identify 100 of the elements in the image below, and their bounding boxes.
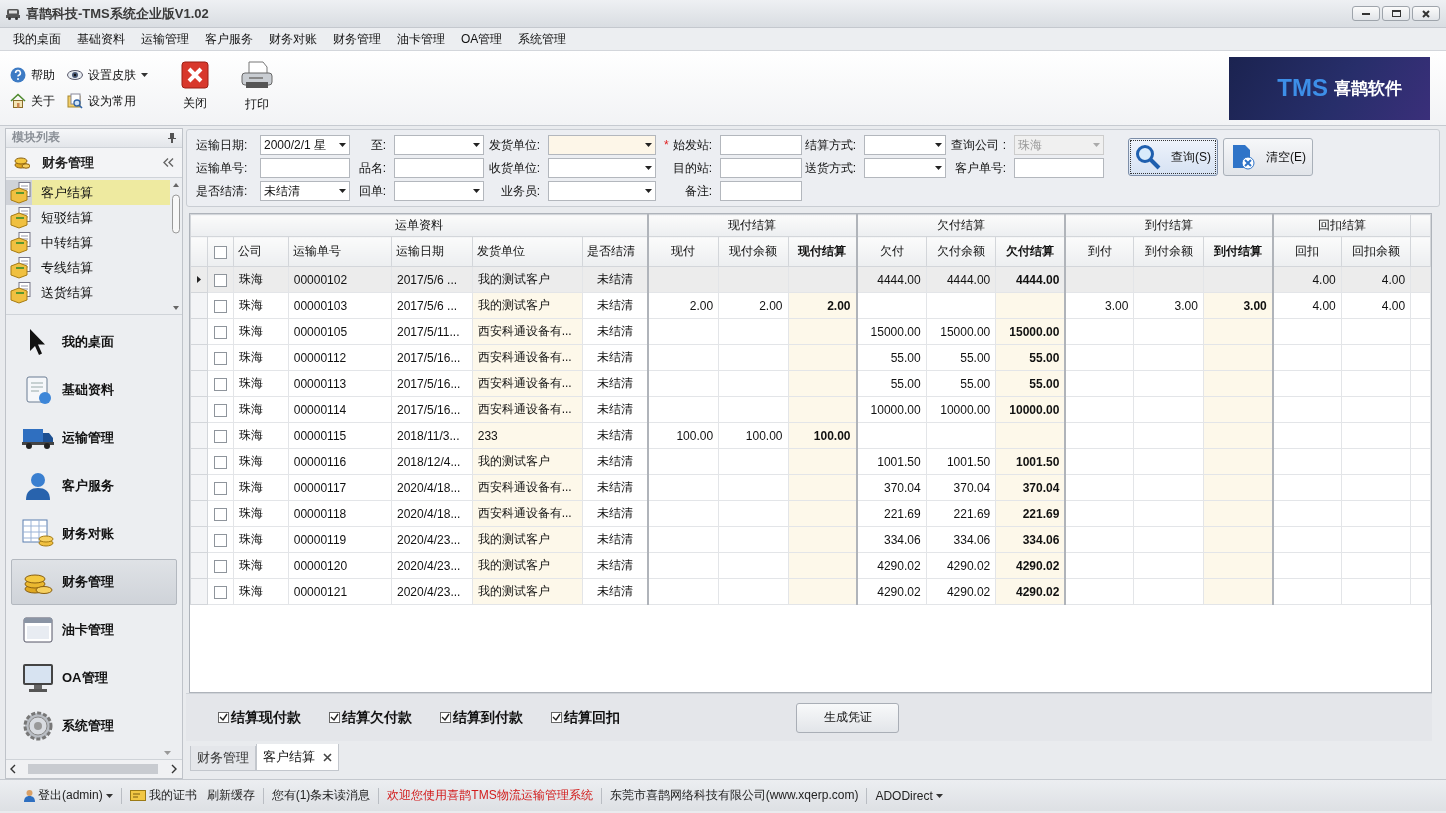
nav-item[interactable]: 中转结算 — [6, 230, 170, 256]
document-icon — [23, 375, 53, 405]
table-row[interactable]: 珠海 00000115 2018/11/3... 233 未结清 100.00 100.00 100.00 — [190, 422, 1431, 449]
dropdown-field[interactable] — [864, 135, 946, 155]
action-button[interactable]: 清空(E) — [1223, 138, 1313, 176]
checkbox[interactable] — [213, 325, 227, 339]
dropdown-field[interactable] — [548, 181, 656, 201]
table-row[interactable]: 珠海 00000120 2020/4/23... 我的测试客户 未结清 4290.02 4290.02 4290.02 — [190, 552, 1431, 579]
menu-item[interactable]: 客户服务 — [197, 30, 261, 48]
close-button[interactable] — [1412, 6, 1440, 21]
dropdown-arrow-icon — [473, 189, 480, 193]
dropdown-field[interactable] — [548, 135, 656, 155]
status-item[interactable]: 我的证书 — [129, 787, 197, 804]
checkbox[interactable] — [329, 712, 340, 723]
module-button[interactable]: 基础资料 — [11, 367, 177, 413]
text-field[interactable] — [394, 158, 484, 178]
dropdown-field[interactable] — [864, 158, 946, 178]
checkbox[interactable] — [213, 299, 227, 313]
checkbox[interactable] — [213, 559, 227, 573]
table-cell: 珠海 — [233, 370, 289, 397]
logo-text: 喜鹊软件 — [1334, 77, 1402, 100]
toolbar-button[interactable]: 关于 — [10, 92, 55, 110]
text-field[interactable] — [720, 158, 802, 178]
checkbox[interactable] — [213, 429, 227, 443]
checkbox[interactable] — [213, 273, 227, 287]
toolbar-button[interactable]: 关闭 — [170, 60, 220, 112]
generate-button[interactable]: 生成凭证 — [796, 702, 899, 733]
text-field[interactable] — [720, 135, 802, 155]
menu-item[interactable]: 财务管理 — [325, 30, 389, 48]
status-item[interactable]: 您有(1)条未读消息 — [271, 787, 371, 804]
tab[interactable]: 客户结算 — [256, 744, 339, 771]
menu-item[interactable]: 油卡管理 — [389, 30, 453, 48]
minimize-button[interactable] — [1352, 6, 1380, 21]
table-row[interactable]: 珠海 00000113 2017/5/16... 西安科通设备有... 未结清 55.00 55.00 55.00 — [190, 370, 1431, 397]
table-row[interactable]: 珠海 00000105 2017/5/11... 西安科通设备有... 未结清 15000.00 15000.00 15000.00 — [190, 318, 1431, 345]
module-button[interactable]: 油卡管理 — [11, 607, 177, 653]
text-field[interactable] — [1014, 158, 1104, 178]
checkbox[interactable] — [213, 481, 227, 495]
checkbox[interactable] — [213, 507, 227, 521]
table-cell: 珠海 — [233, 578, 289, 605]
table-cell: 我的测试客户 — [472, 526, 583, 553]
checkbox[interactable] — [551, 712, 562, 723]
status-item[interactable]: 登出(admin) — [24, 787, 113, 804]
tab[interactable]: 财务管理 — [190, 746, 256, 771]
toolbar-button[interactable]: 设为常用 — [67, 92, 148, 110]
menu-item[interactable]: 财务对账 — [261, 30, 325, 48]
action-button[interactable]: 查询(S) — [1128, 138, 1218, 176]
checkbox[interactable] — [218, 712, 229, 723]
nav-item[interactable]: 短驳结算 — [6, 205, 170, 231]
module-button[interactable]: 财务对账 — [11, 511, 177, 557]
nav-item[interactable]: 专线结算 — [6, 255, 170, 281]
menu-item[interactable]: 基础资料 — [69, 30, 133, 48]
table-row[interactable]: 珠海 00000103 2017/5/6 ... 我的测试客户 未结清 2.00 2.00 2.00 3.00 3.00 3.00 4.00 4.00 — [190, 292, 1431, 319]
module-button[interactable]: 系统管理 — [11, 703, 177, 749]
status-item[interactable]: 刷新缓存 — [206, 787, 255, 804]
text-field[interactable] — [260, 158, 350, 178]
checkbox[interactable] — [213, 377, 227, 391]
checkbox[interactable] — [440, 712, 451, 723]
table-cell: 珠海 — [233, 292, 289, 319]
toolbar-button[interactable]: 打印 — [232, 59, 282, 113]
module-button[interactable]: 客户服务 — [11, 463, 177, 509]
checkbox[interactable] — [213, 585, 227, 599]
dropdown-field[interactable] — [548, 158, 656, 178]
nav-item[interactable]: 客户结算 — [6, 180, 170, 206]
text-field[interactable] — [720, 181, 802, 201]
dropdown-field[interactable] — [394, 135, 484, 155]
nav-item[interactable]: 送货结算 — [6, 280, 170, 306]
column-header: 发货单位 — [472, 236, 583, 267]
checkbox[interactable] — [213, 245, 227, 259]
dropdown-field[interactable]: 2000/2/1 星 — [260, 135, 350, 155]
table-row[interactable]: 珠海 00000117 2020/4/18... 西安科通设备有... 未结清 370.04 370.04 370.04 — [190, 474, 1431, 501]
checkbox[interactable] — [213, 351, 227, 365]
dropdown-field[interactable] — [394, 181, 484, 201]
checkbox[interactable] — [213, 455, 227, 469]
table-row[interactable]: 珠海 00000119 2020/4/23... 我的测试客户 未结清 334.06 334.06 334.06 — [190, 526, 1431, 553]
menu-item[interactable]: 我的桌面 — [5, 30, 69, 48]
menu-item[interactable]: 系统管理 — [510, 30, 575, 48]
checkbox[interactable] — [213, 403, 227, 417]
table-row[interactable]: 珠海 00000112 2017/5/16... 西安科通设备有... 未结清 55.00 55.00 55.00 — [190, 344, 1431, 371]
table-row[interactable]: 珠海 00000102 2017/5/6 ... 我的测试客户 未结清 4444.00 4444.00 4444.00 4.00 4.00 — [190, 266, 1431, 293]
table-row[interactable]: 珠海 00000118 2020/4/18... 西安科通设备有... 未结清 221.69 221.69 221.69 — [190, 500, 1431, 527]
menu-item[interactable]: 运输管理 — [133, 30, 197, 48]
table-row[interactable]: 珠海 00000114 2017/5/16... 西安科通设备有... 未结清 10000.00 10000.00 10000.00 — [190, 396, 1431, 423]
table-row[interactable]: 珠海 00000121 2020/4/23... 我的测试客户 未结清 4290.02 4290.02 4290.02 — [190, 578, 1431, 605]
maximize-button[interactable] — [1382, 6, 1410, 21]
caret-icon — [935, 793, 943, 798]
table-row[interactable]: 珠海 00000116 2018/12/4... 我的测试客户 未结清 1001.50 1001.50 1001.50 — [190, 448, 1431, 475]
module-button[interactable]: 财务管理 — [11, 559, 177, 605]
toolbar-button[interactable]: 设置皮肤 — [67, 66, 148, 84]
module-button[interactable]: 我的桌面 — [11, 319, 177, 365]
field-label: 备注: — [684, 182, 713, 200]
minimize-icon — [1362, 12, 1370, 15]
toolbar-button[interactable]: 帮助 — [10, 66, 55, 84]
table-cell: 00000112 — [288, 344, 392, 371]
menu-item[interactable]: OA管理 — [453, 30, 511, 48]
module-button[interactable]: OA管理 — [11, 655, 177, 701]
dropdown-field[interactable]: 未结清 — [260, 181, 350, 201]
status-item[interactable]: ADODirect — [875, 788, 943, 803]
module-button[interactable]: 运输管理 — [11, 415, 177, 461]
checkbox[interactable] — [213, 533, 227, 547]
